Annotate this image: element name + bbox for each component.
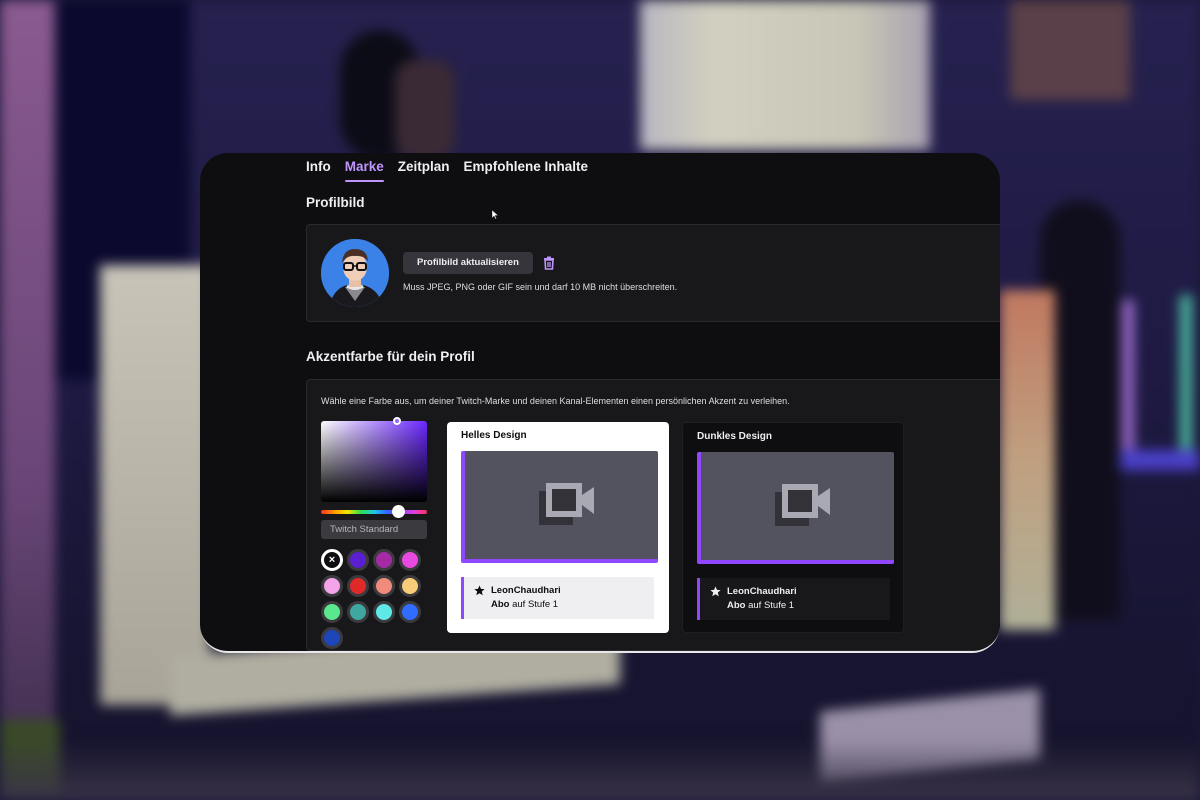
color-swatch-red[interactable] [347,575,369,597]
profile-picture-hint: Muss JPEG, PNG oder GIF sein und darf 10… [403,282,678,292]
dark-design-title: Dunkles Design [697,431,773,442]
tab-info[interactable]: Info [306,159,331,182]
mouse-cursor-icon [492,210,498,219]
color-preset-field[interactable] [321,520,427,539]
color-swatch-magenta[interactable] [373,549,395,571]
video-camera-icon [775,484,830,526]
avatar [321,239,389,307]
star-icon [710,586,721,597]
subscriber-badge-preview: LeonChaudhari Abo auf Stufe 1 [461,577,654,619]
hue-slider[interactable] [321,505,427,518]
subscriber-username: LeonChaudhari [727,586,797,597]
saturation-brightness-area[interactable] [321,417,427,502]
color-swatch-yellow[interactable] [399,575,421,597]
color-swatch-salmon[interactable] [373,575,395,597]
star-icon [474,585,485,596]
color-swatch-cyan[interactable] [373,601,395,623]
profile-picture-box: Profilbild aktualisieren Muss JPEG, PNG … [306,224,1000,322]
clear-color-icon: × [324,552,340,568]
accent-color-description: Wähle eine Farbe aus, um deiner Twitch-M… [321,396,790,406]
color-swatch-green[interactable] [321,601,343,623]
trash-icon[interactable] [541,255,557,271]
light-design-title: Helles Design [461,430,527,441]
dark-design-preview: Dunkles Design LeonChaudhari Abo auf Stu… [682,422,904,633]
video-preview [461,451,658,563]
accent-color-heading: Akzentfarbe für dein Profil [306,349,475,364]
color-swatch-clear[interactable]: × [321,549,343,571]
color-swatch-teal[interactable] [347,601,369,623]
color-swatch-light-pink[interactable] [321,575,343,597]
color-swatches: × [321,548,425,651]
subscriber-badge-preview: LeonChaudhari Abo auf Stufe 1 [697,578,890,620]
video-camera-icon [539,483,594,525]
profile-picture-heading: Profilbild [306,195,365,210]
channel-settings-panel: Info Marke Zeitplan Empfohlene Inhalte P… [200,153,1000,653]
subscriber-username: LeonChaudhari [491,585,561,596]
tab-empfohlene-inhalte[interactable]: Empfohlene Inhalte [464,159,589,182]
video-preview [697,452,894,564]
color-swatch-blue[interactable] [399,601,421,623]
light-design-preview: Helles Design LeonChaudhari Abo auf Stuf… [447,422,669,633]
subscriber-tier: Abo auf Stufe 1 [727,600,795,611]
hue-slider-handle[interactable] [392,505,405,518]
subscriber-tier: Abo auf Stufe 1 [491,599,559,610]
color-area-handle[interactable] [393,417,401,425]
settings-tabs: Info Marke Zeitplan Empfohlene Inhalte [306,159,588,182]
color-swatch-pink[interactable] [399,549,421,571]
tab-marke[interactable]: Marke [344,159,384,182]
accent-color-box: Wähle eine Farbe aus, um deiner Twitch-M… [306,379,1000,651]
color-picker [321,417,427,539]
color-swatch-dark-blue[interactable] [321,627,343,649]
color-swatch-purple[interactable] [347,549,369,571]
update-profile-picture-button[interactable]: Profilbild aktualisieren [403,252,533,274]
tab-zeitplan[interactable]: Zeitplan [398,159,450,182]
